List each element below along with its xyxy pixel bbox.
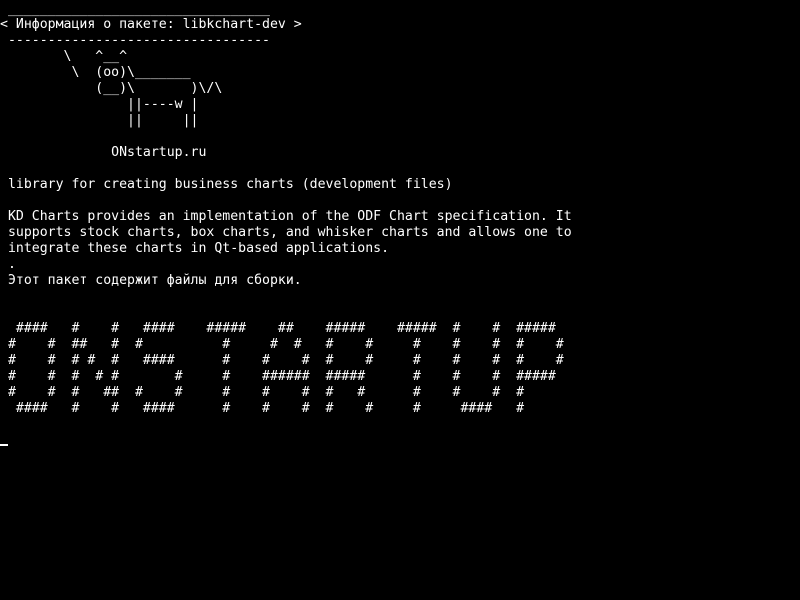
- package-summary: library for creating business charts (de…: [0, 177, 453, 192]
- site-name: ONstartup.ru: [0, 145, 207, 160]
- cow-art-line: \ ^__^: [0, 49, 128, 64]
- banner-line: # # # # # #### # # # # # # # # # #: [0, 353, 564, 368]
- banner-line: # # # ## # # # # # # # # # # #: [0, 385, 525, 400]
- cow-art-line: ||----w |: [0, 97, 199, 112]
- description-line: supports stock charts, box charts, and w…: [0, 225, 572, 240]
- banner-line: # # # # # # # ###### ##### # # # #####: [0, 369, 556, 384]
- description-line: integrate these charts in Qt-based appli…: [0, 241, 390, 256]
- cow-art-line: || ||: [0, 113, 199, 128]
- cow-art-line: \ (oo)\_______: [0, 65, 191, 80]
- description-line: KD Charts provides an implementation of …: [0, 209, 572, 224]
- description-line: .: [0, 257, 16, 272]
- cow-art-line: (__)\ )\/\: [0, 81, 223, 96]
- speech-bubble-top: _________________________________: [0, 2, 278, 17]
- description-line: Этот пакет содержит файлы для сборки.: [0, 273, 302, 288]
- banner-line: #### # # #### # # # # # # #### #: [0, 401, 525, 416]
- text-cursor: [0, 444, 8, 446]
- terminal-screen[interactable]: _________________________________ < Инфо…: [0, 0, 800, 600]
- speech-bubble-bottom: ---------------------------------: [0, 33, 278, 48]
- banner-line: # # ## # # # # # # # # # # # #: [0, 337, 564, 352]
- banner-line: #### # # #### ##### ## ##### ##### # # #…: [0, 321, 556, 336]
- speech-bubble-title: < Информация о пакете: libkchart-dev >: [0, 17, 302, 32]
